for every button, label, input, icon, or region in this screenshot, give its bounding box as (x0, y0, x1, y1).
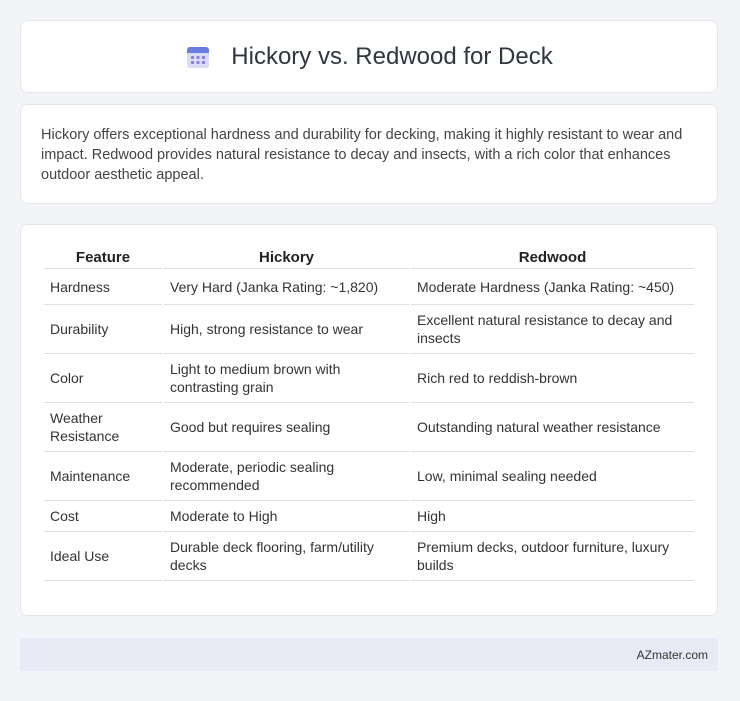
row-redwood: Moderate Hardness (Janka Rating: ~450) (411, 269, 694, 305)
row-feature: Ideal Use (44, 532, 162, 581)
row-feature: Weather Resistance (44, 403, 162, 452)
row-redwood: High (411, 501, 694, 532)
row-hickory: Light to medium brown with contrasting g… (164, 354, 409, 403)
table-row: Color Light to medium brown with contras… (44, 354, 694, 403)
row-hickory: Moderate, periodic sealing recommended (164, 452, 409, 501)
table-header-row: Feature Hickory Redwood (44, 245, 694, 269)
table-row: Weather Resistance Good but requires sea… (44, 403, 694, 452)
row-hickory: Durable deck flooring, farm/utility deck… (164, 532, 409, 581)
footer-brand[interactable]: AZmater.com (637, 648, 708, 662)
header-hickory: Hickory (164, 245, 409, 269)
footer-bar: AZmater.com (20, 638, 718, 671)
row-hickory: Very Hard (Janka Rating: ~1,820) (164, 269, 409, 305)
title-card: Hickory vs. Redwood for Deck (20, 20, 718, 93)
row-redwood: Outstanding natural weather resistance (411, 403, 694, 452)
table-row: Ideal Use Durable deck flooring, farm/ut… (44, 532, 694, 581)
row-feature: Cost (44, 501, 162, 532)
comparison-card: Feature Hickory Redwood Hardness Very Ha… (20, 224, 718, 616)
row-feature: Durability (44, 305, 162, 354)
header-redwood: Redwood (411, 245, 694, 269)
title-row: Hickory vs. Redwood for Deck (185, 42, 553, 71)
row-redwood: Premium decks, outdoor furniture, luxury… (411, 532, 694, 581)
row-hickory: Moderate to High (164, 501, 409, 532)
table-row: Maintenance Moderate, periodic sealing r… (44, 452, 694, 501)
row-feature: Maintenance (44, 452, 162, 501)
table-row: Hardness Very Hard (Janka Rating: ~1,820… (44, 269, 694, 305)
intro-card: Hickory offers exceptional hardness and … (20, 104, 718, 204)
page-title: Hickory vs. Redwood for Deck (231, 42, 553, 70)
comparison-table: Feature Hickory Redwood Hardness Very Ha… (42, 245, 696, 581)
row-hickory: Good but requires sealing (164, 403, 409, 452)
row-feature: Color (44, 354, 162, 403)
intro-paragraph: Hickory offers exceptional hardness and … (41, 127, 683, 183)
table-row: Cost Moderate to High High (44, 501, 694, 532)
row-redwood: Rich red to reddish-brown (411, 354, 694, 403)
table-row: Durability High, strong resistance to we… (44, 305, 694, 354)
row-feature: Hardness (44, 269, 162, 305)
header-feature: Feature (44, 245, 162, 269)
row-redwood: Low, minimal sealing needed (411, 452, 694, 501)
calendar-icon (185, 44, 211, 70)
row-hickory: High, strong resistance to wear (164, 305, 409, 354)
row-redwood: Excellent natural resistance to decay an… (411, 305, 694, 354)
